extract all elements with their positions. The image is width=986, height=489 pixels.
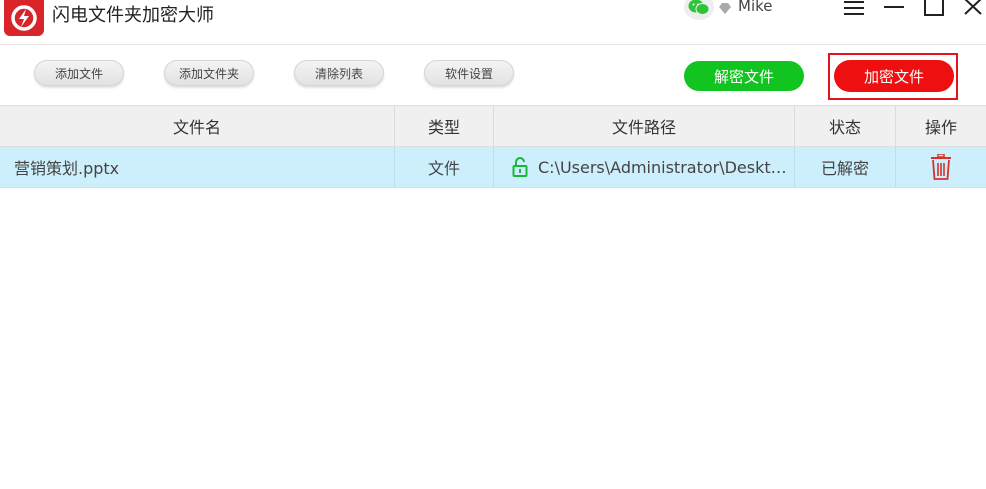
row-file-name: 营销策划.pptx [0, 147, 395, 187]
header-type: 类型 [395, 106, 494, 146]
title-divider [0, 44, 986, 45]
decrypt-file-button[interactable]: 解密文件 [684, 61, 804, 91]
header-action: 操作 [924, 118, 957, 137]
header-status: 状态 [795, 106, 896, 146]
add-file-button[interactable]: 添加文件 [34, 60, 124, 86]
maximize-icon[interactable] [921, 0, 947, 22]
clear-list-button[interactable]: 清除列表 [294, 60, 384, 86]
user-name[interactable]: Mike [738, 0, 773, 15]
add-folder-button[interactable]: 添加文件夹 [164, 60, 254, 86]
row-file-path: C:\Users\Administrator\Deskto... [538, 157, 788, 177]
diamond-icon [718, 0, 732, 14]
app-title: 闪电文件夹加密大师 [52, 5, 214, 26]
settings-button[interactable]: 软件设置 [424, 60, 514, 86]
header-file-path: 文件路径 [494, 106, 795, 146]
hamburger-menu-icon[interactable] [841, 0, 867, 22]
file-table-header: 文件名 类型 文件路径 状态 操作 [0, 105, 986, 147]
minimize-icon[interactable] [881, 0, 907, 22]
unlocked-padlock-icon [512, 157, 528, 177]
row-action-cell [896, 147, 986, 187]
encrypt-file-button[interactable]: 加密文件 [834, 60, 954, 92]
trash-icon[interactable] [930, 154, 952, 180]
close-icon[interactable] [960, 0, 986, 22]
title-bar: 闪电文件夹加密大师 Mike [0, 0, 986, 44]
row-status: 已解密 [795, 147, 896, 187]
wechat-icon[interactable] [684, 0, 714, 20]
row-path-cell: C:\Users\Administrator\Deskto... [494, 147, 795, 187]
table-row[interactable]: 营销策划.pptx 文件 C:\Users\Administrator\Desk… [0, 147, 986, 188]
row-type: 文件 [395, 147, 494, 187]
header-file-name: 文件名 [0, 106, 395, 146]
app-logo-icon [4, 0, 44, 36]
